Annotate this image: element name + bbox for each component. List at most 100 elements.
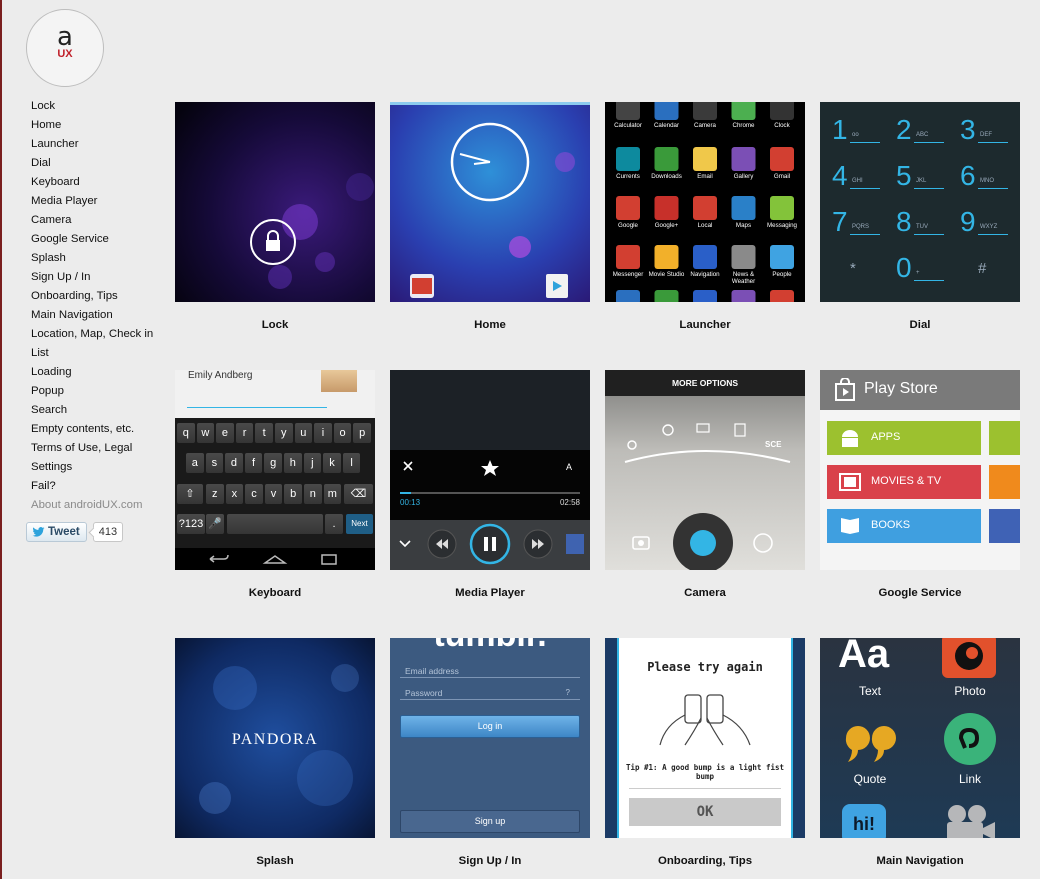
nav-item-fail[interactable]: Fail? <box>31 478 171 497</box>
chat-icon[interactable]: hi! <box>842 804 886 838</box>
tile-camera[interactable]: MORE OPTIONS SCE Camera <box>605 370 805 599</box>
launcher-app-icon[interactable] <box>693 196 717 220</box>
nav-item-popup[interactable]: Popup <box>31 383 171 402</box>
keyboard-key[interactable]: u <box>294 423 313 443</box>
launcher-app-icon[interactable] <box>731 102 756 120</box>
link-icon[interactable] <box>943 712 997 766</box>
launcher-app-icon[interactable] <box>770 245 794 269</box>
next-key[interactable]: Next <box>346 514 373 534</box>
shift-key[interactable]: ⇧ <box>177 484 203 504</box>
keyboard-key[interactable]: c <box>245 484 263 504</box>
photo-icon[interactable] <box>940 638 998 682</box>
launcher-app-icon[interactable] <box>616 290 640 302</box>
keyboard-key[interactable]: n <box>304 484 322 504</box>
keyboard-key[interactable]: k <box>323 453 341 473</box>
backspace-key[interactable]: ⌫ <box>344 484 373 504</box>
dial-key[interactable]: 8 TUV <box>894 204 950 244</box>
nav-item-dial[interactable]: Dial <box>31 155 171 174</box>
launcher-app-icon[interactable] <box>616 245 640 269</box>
site-logo[interactable]: a UX <box>26 9 104 87</box>
tile-main-navigation[interactable]: Aa Text Photo Quote Link hi! Main Naviga… <box>820 638 1020 867</box>
nav-item-main-navigation[interactable]: Main Navigation <box>31 307 171 326</box>
nav-item-search[interactable]: Search <box>31 402 171 421</box>
quote-icon[interactable] <box>842 714 898 762</box>
tile-launcher[interactable]: Calculator Calendar Camera Chrome Clock Curre… <box>605 102 805 331</box>
nav-item-home[interactable]: Home <box>31 117 171 136</box>
tile-sign-up[interactable]: tumblr. Email address Password ? Log in … <box>390 638 590 867</box>
dial-key[interactable]: 1 ᴏᴏ <box>830 112 886 152</box>
dial-key[interactable]: 7 PQRS <box>830 204 886 244</box>
keyboard-key[interactable]: e <box>216 423 234 443</box>
launcher-app-icon[interactable] <box>731 147 756 171</box>
nav-item-lock[interactable]: Lock <box>31 98 171 117</box>
launcher-app-icon[interactable] <box>770 147 794 171</box>
nav-item-splash[interactable]: Splash <box>31 250 171 269</box>
password-field[interactable]: Password ? <box>400 688 580 700</box>
games-card[interactable] <box>989 421 1020 455</box>
space-key[interactable] <box>227 514 323 534</box>
more-options-label[interactable]: MORE OPTIONS <box>605 378 805 388</box>
log-in-button[interactable]: Log in <box>400 715 580 738</box>
keyboard-key[interactable]: b <box>284 484 302 504</box>
keyboard-key[interactable]: m <box>323 484 342 504</box>
dial-key[interactable]: 4 GHI <box>830 158 886 198</box>
tile-onboarding[interactable]: Please try again Tip #1: A good bump is … <box>605 638 805 867</box>
music-card[interactable] <box>989 465 1020 499</box>
dial-key[interactable]: # <box>958 250 1014 290</box>
keyboard-key[interactable]: i <box>314 423 332 443</box>
dial-key[interactable]: 2 ABC <box>894 112 950 152</box>
books-card[interactable]: BOOKS <box>827 509 981 543</box>
nav-item-location[interactable]: Location, Map, Check in <box>31 326 171 345</box>
tile-lock[interactable]: Lock <box>175 102 375 331</box>
nav-item-launcher[interactable]: Launcher <box>31 136 171 155</box>
launcher-app-icon[interactable] <box>693 102 717 120</box>
tile-keyboard[interactable]: Emily Andberg q w e r t y u i o p a s d f g h j k l ⇧ z x c v b n… <box>175 370 375 599</box>
nav-item-media-player[interactable]: Media Player <box>31 193 171 212</box>
email-field[interactable]: Email address <box>400 666 580 678</box>
dial-key[interactable]: 5 JKL <box>894 158 950 198</box>
keyboard-key[interactable]: l <box>342 453 361 473</box>
dial-key[interactable]: 9 WXYZ <box>958 204 1014 244</box>
ok-button[interactable]: OK <box>629 798 781 826</box>
nav-item-keyboard[interactable]: Keyboard <box>31 174 171 193</box>
tile-dial[interactable]: 1 ᴏᴏ 2 ABC 3 DEF 4 GHI 5 JKL 6 MNO 7 PQRS 8 TUV 9 WXYZ * 0 +… <box>820 102 1020 331</box>
launcher-app-icon[interactable] <box>731 196 756 220</box>
nav-item-google-service[interactable]: Google Service <box>31 231 171 250</box>
password-help-icon[interactable]: ? <box>566 688 570 697</box>
tile-home[interactable]: Home <box>390 102 590 331</box>
keyboard-key[interactable]: z <box>206 484 224 504</box>
dial-key[interactable]: 0 + <box>894 250 950 290</box>
nav-item-onboarding[interactable]: Onboarding, Tips <box>31 288 171 307</box>
nav-item-settings[interactable]: Settings <box>31 459 171 478</box>
launcher-app-icon[interactable] <box>693 290 717 302</box>
nav-item-sign-up[interactable]: Sign Up / In <box>31 269 171 288</box>
mic-key[interactable]: 🎤 <box>206 514 224 534</box>
keyboard-key[interactable]: v <box>264 484 283 504</box>
keyboard-key[interactable]: t <box>255 423 273 443</box>
launcher-app-icon[interactable] <box>693 147 717 171</box>
keyboard-key[interactable]: d <box>225 453 243 473</box>
nav-item-loading[interactable]: Loading <box>31 364 171 383</box>
keyboard-key[interactable]: y <box>275 423 293 443</box>
dial-key[interactable]: * <box>830 250 886 290</box>
launcher-app-icon[interactable] <box>654 102 679 120</box>
launcher-app-icon[interactable] <box>654 147 679 171</box>
launcher-app-icon[interactable] <box>770 196 794 220</box>
launcher-app-icon[interactable] <box>731 245 756 269</box>
tile-google-service[interactable]: Play Store APPS MOVIES & TV BOOKS Google… <box>820 370 1020 599</box>
dial-key[interactable]: 6 MNO <box>958 158 1014 198</box>
keyboard-key[interactable]: r <box>235 423 254 443</box>
nav-item-list[interactable]: List <box>31 345 171 364</box>
keyboard-key[interactable]: s <box>205 453 224 473</box>
keyboard-key[interactable]: w <box>196 423 215 443</box>
launcher-app-icon[interactable] <box>616 102 640 120</box>
launcher-app-icon[interactable] <box>616 196 640 220</box>
keyboard-key[interactable]: q <box>177 423 195 443</box>
keyboard-key[interactable]: h <box>284 453 302 473</box>
launcher-app-icon[interactable] <box>693 245 717 269</box>
keyboard-key[interactable]: p <box>353 423 371 443</box>
launcher-app-icon[interactable] <box>654 290 679 302</box>
apps-card[interactable]: APPS <box>827 421 981 455</box>
keyboard-key[interactable]: o <box>333 423 352 443</box>
nav-item-terms[interactable]: Terms of Use, Legal <box>31 440 171 459</box>
